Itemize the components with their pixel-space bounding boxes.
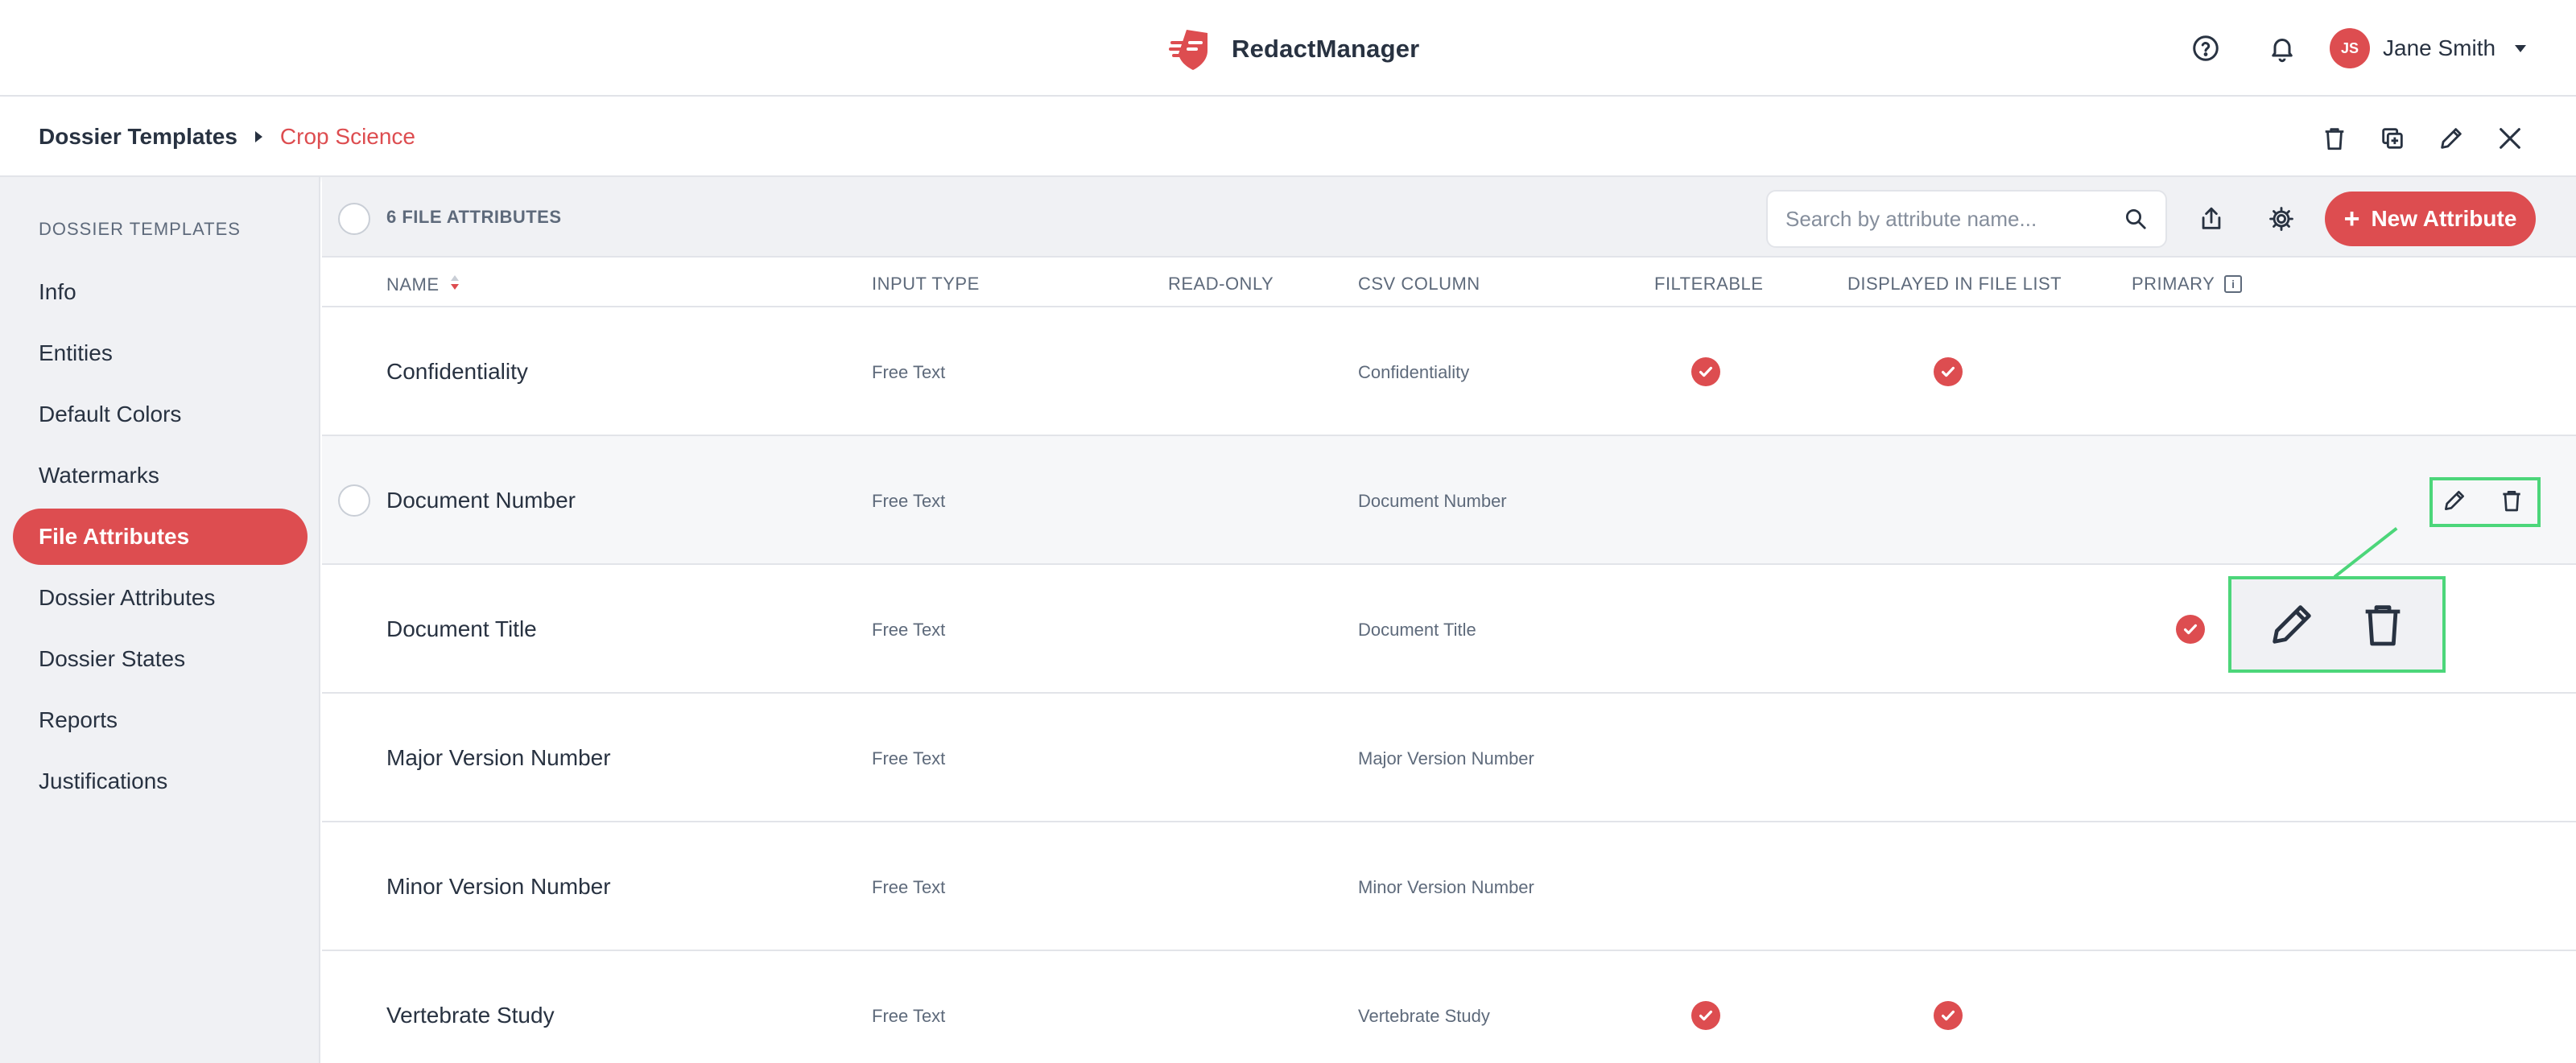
primary-check-icon[interactable] <box>2176 615 2205 644</box>
attribute-name: Document Title <box>386 616 537 641</box>
sort-icon[interactable] <box>449 274 460 296</box>
csv-column: Major Version Number <box>1358 748 1534 768</box>
breadcrumb-bar: Dossier Templates Crop Science <box>0 97 2576 177</box>
close-icon <box>2500 128 2520 149</box>
breadcrumb-current[interactable]: Crop Science <box>280 124 415 150</box>
app-name: RedactManager <box>1232 35 1420 63</box>
csv-column: Document Title <box>1358 620 1476 640</box>
input-type: Free Text <box>872 1006 946 1026</box>
sidebar-item-dossier-attributes[interactable]: Dossier Attributes <box>13 570 308 626</box>
chevron-down-icon <box>2515 44 2527 52</box>
sidebar-item-reports[interactable]: Reports <box>13 692 308 748</box>
table-row[interactable]: Vertebrate Study Free Text Vertebrate St… <box>322 951 2576 1063</box>
input-type: Free Text <box>872 362 946 382</box>
table-row[interactable]: Minor Version Number Free Text Minor Ver… <box>322 822 2576 951</box>
export-button[interactable] <box>2195 203 2227 235</box>
trash-icon <box>2325 128 2344 150</box>
settings-button[interactable] <box>2265 203 2297 235</box>
csv-column: Document Number <box>1358 491 1507 511</box>
breadcrumb-arrow-icon <box>254 131 262 142</box>
plus-icon: + <box>2343 204 2360 234</box>
avatar: JS <box>2330 28 2370 68</box>
row-checkbox[interactable] <box>338 484 370 517</box>
column-name-label: NAME <box>386 274 440 295</box>
sidebar-item-info[interactable]: Info <box>13 264 308 320</box>
attribute-count: 6 FILE ATTRIBUTES <box>386 207 562 227</box>
delete-template-button[interactable] <box>2318 122 2351 155</box>
attribute-name: Document Number <box>386 488 576 513</box>
csv-column: Confidentiality <box>1358 362 1470 382</box>
sidebar-item-justifications[interactable]: Justifications <box>13 753 308 810</box>
pencil-icon <box>2272 605 2311 644</box>
duplicate-icon <box>2382 128 2403 149</box>
edit-template-button[interactable] <box>2435 122 2467 155</box>
input-type: Free Text <box>872 748 946 768</box>
user-menu[interactable]: JS Jane Smith <box>2330 27 2527 69</box>
app-logo[interactable]: RedactManager <box>1169 24 1419 74</box>
new-attribute-label: New Attribute <box>2371 206 2517 231</box>
input-type: Free Text <box>872 877 946 897</box>
displayed-check-icon[interactable] <box>1934 1001 1963 1030</box>
column-header-primary: PRIMARY i <box>2132 274 2243 295</box>
gear-icon <box>2269 207 2293 231</box>
attribute-name: Minor Version Number <box>386 874 611 899</box>
bell-icon[interactable] <box>2266 32 2298 64</box>
column-header-csv-column: CSV COLUMN <box>1358 274 1480 294</box>
sidebar-item-dossier-states[interactable]: Dossier States <box>13 631 308 687</box>
search-placeholder: Search by attribute name... <box>1785 206 2037 231</box>
highlight-box <box>2429 477 2541 527</box>
breadcrumb-root[interactable]: Dossier Templates <box>39 124 237 150</box>
attribute-name: Confidentiality <box>386 359 528 384</box>
select-all-checkbox[interactable] <box>338 203 370 235</box>
attribute-name: Vertebrate Study <box>386 1003 555 1028</box>
info-icon[interactable]: i <box>2224 275 2243 293</box>
zoomed-row-actions <box>2228 576 2446 673</box>
search-input[interactable]: Search by attribute name... <box>1766 190 2167 248</box>
sidebar-item-default-colors[interactable]: Default Colors <box>13 386 308 443</box>
sidebar-item-file-attributes[interactable]: File Attributes <box>13 509 308 565</box>
upload-icon <box>2202 207 2221 229</box>
column-header-filterable: FILTERABLE <box>1654 274 1764 294</box>
table-row[interactable]: Confidentiality Free Text Confidentialit… <box>322 307 2576 436</box>
sidebar-item-entities[interactable]: Entities <box>13 325 308 381</box>
sidebar-item-watermarks[interactable]: Watermarks <box>13 447 308 504</box>
trash-icon <box>2365 605 2400 646</box>
table-toolbar: 6 FILE ATTRIBUTES Search by attribute na… <box>322 177 2576 258</box>
column-header-read-only: READ-ONLY <box>1168 274 1274 294</box>
pencil-icon <box>2441 128 2462 149</box>
search-icon <box>2126 209 2146 229</box>
clone-template-button[interactable] <box>2376 122 2409 155</box>
displayed-check-icon[interactable] <box>1934 357 1963 386</box>
attribute-name: Major Version Number <box>386 745 611 770</box>
column-header-name[interactable]: NAME <box>386 274 460 296</box>
close-button[interactable] <box>2494 122 2526 155</box>
input-type: Free Text <box>872 491 946 511</box>
table-row[interactable]: Document Number Free Text Document Numbe… <box>322 436 2576 565</box>
csv-column: Vertebrate Study <box>1358 1006 1490 1026</box>
column-header-input-type: INPUT TYPE <box>872 274 980 294</box>
sidebar-title: DOSSIER TEMPLATES <box>39 219 241 239</box>
input-type: Free Text <box>872 620 946 640</box>
column-primary-label: PRIMARY <box>2132 274 2215 294</box>
new-attribute-button[interactable]: + New Attribute <box>2325 192 2536 246</box>
help-circle-icon[interactable] <box>2190 32 2222 64</box>
sidebar: DOSSIER TEMPLATES Info Entities Default … <box>0 177 320 1063</box>
top-bar: RedactManager JS Jane Smith <box>0 0 2576 97</box>
table-row[interactable]: Major Version Number Free Text Major Ver… <box>322 694 2576 822</box>
user-name: Jane Smith <box>2383 35 2496 60</box>
filterable-check-icon[interactable] <box>1691 357 1720 386</box>
csv-column: Minor Version Number <box>1358 877 1534 897</box>
column-header-displayed: DISPLAYED IN FILE LIST <box>1847 274 2062 294</box>
table-header: NAME INPUT TYPE READ-ONLY CSV COLUMN FIL… <box>322 258 2576 307</box>
breadcrumb: Dossier Templates Crop Science <box>39 121 415 153</box>
shield-logo-icon <box>1169 30 1208 70</box>
filterable-check-icon[interactable] <box>1691 1001 1720 1030</box>
